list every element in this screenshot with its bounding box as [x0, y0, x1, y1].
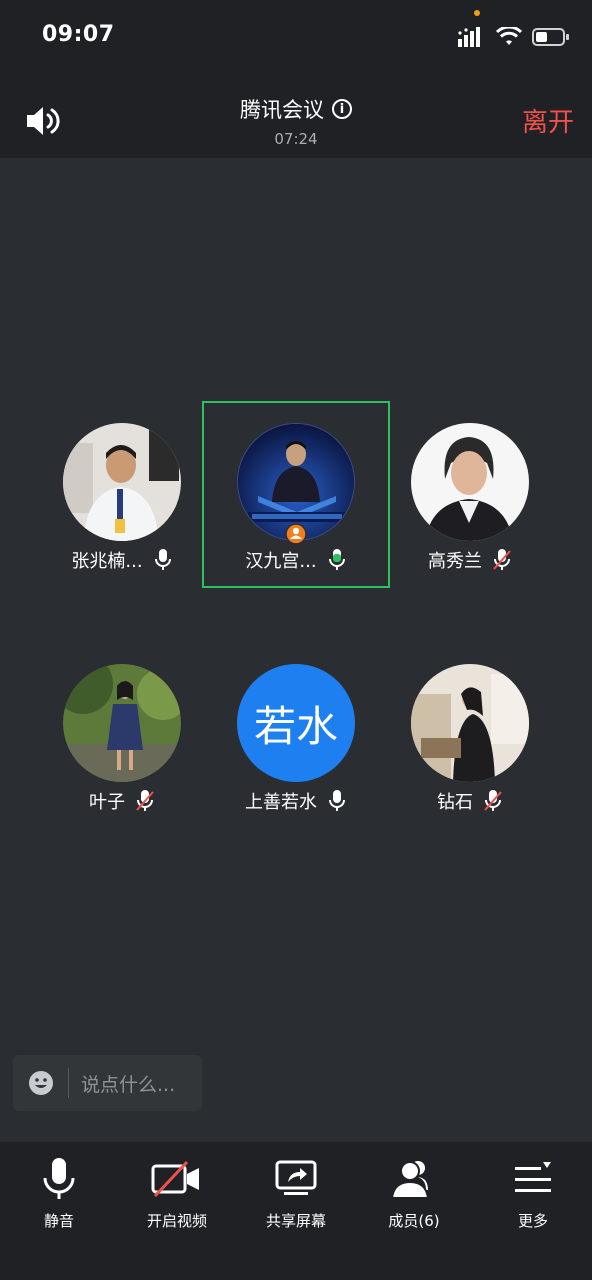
- status-time: 09:07: [42, 22, 115, 47]
- more-button[interactable]: 更多: [474, 1158, 592, 1231]
- more-label: 更多: [517, 1212, 548, 1230]
- chat-divider: [68, 1068, 69, 1098]
- avatar: [411, 664, 529, 782]
- participant-tile[interactable]: 若水 上善若水: [211, 664, 381, 814]
- leave-button[interactable]: 离开: [522, 102, 574, 139]
- microphone-icon: [329, 790, 345, 811]
- participant-name: 叶子: [89, 792, 125, 813]
- microphone-muted-icon: [136, 790, 154, 811]
- emoji-icon[interactable]: [28, 1070, 54, 1096]
- share-screen-icon: [275, 1160, 317, 1195]
- participant-tile[interactable]: 叶子: [37, 664, 207, 814]
- members-label: 成员(6): [388, 1212, 440, 1230]
- members-icon: [390, 1161, 430, 1199]
- avatar: [63, 423, 181, 541]
- wifi-icon: [496, 27, 522, 45]
- chat-placeholder: 说点什么...: [81, 1073, 176, 1096]
- participant-name: 高秀兰: [428, 551, 482, 572]
- bottom-toolbar: 静音 开启视频 共享屏幕 成员(6) 更多: [0, 1142, 592, 1280]
- meeting-title: 腾讯会议: [240, 98, 324, 122]
- participant-name: 汉九宫...: [245, 551, 317, 572]
- battery-icon: [532, 28, 569, 46]
- participant-name: 钻石: [437, 792, 473, 813]
- avatar: 若水: [237, 664, 355, 782]
- participant-tile-active[interactable]: 汉九宫...: [211, 423, 381, 573]
- participant-tile[interactable]: 钻石: [385, 664, 555, 814]
- share-screen-button[interactable]: 共享屏幕: [237, 1158, 355, 1231]
- video-off-icon: [151, 1160, 199, 1198]
- avatar: [411, 423, 529, 541]
- info-icon[interactable]: i: [332, 99, 352, 119]
- mute-label: 静音: [43, 1212, 74, 1230]
- meeting-header: 腾讯会议 i 07:24: [0, 94, 592, 148]
- participant-tile[interactable]: 高秀兰: [385, 423, 555, 573]
- participant-tile[interactable]: 张兆楠...: [37, 423, 207, 573]
- more-menu-icon: [515, 1162, 551, 1192]
- mute-button[interactable]: 静音: [0, 1158, 118, 1231]
- start-video-button[interactable]: 开启视频: [118, 1158, 236, 1231]
- participant-name: 张兆楠...: [71, 551, 143, 572]
- meeting-duration: 07:24: [274, 130, 318, 148]
- recording-indicator-dot: [474, 10, 480, 16]
- signal-icon: [458, 27, 480, 47]
- members-button[interactable]: 成员(6): [355, 1158, 473, 1231]
- microphone-speaking-icon: [328, 549, 345, 570]
- avatar: [63, 664, 181, 782]
- status-icons: [458, 24, 570, 50]
- microphone-icon: [43, 1158, 75, 1199]
- participant-name: 上善若水: [245, 792, 317, 813]
- microphone-muted-icon: [484, 790, 502, 811]
- host-badge-icon: [285, 523, 307, 545]
- chat-input[interactable]: 说点什么...: [13, 1055, 202, 1111]
- start-video-label: 开启视频: [146, 1212, 207, 1230]
- microphone-icon: [154, 549, 171, 570]
- share-screen-label: 共享屏幕: [265, 1212, 326, 1230]
- microphone-muted-icon: [493, 549, 511, 570]
- avatar-initials: 若水: [253, 701, 338, 751]
